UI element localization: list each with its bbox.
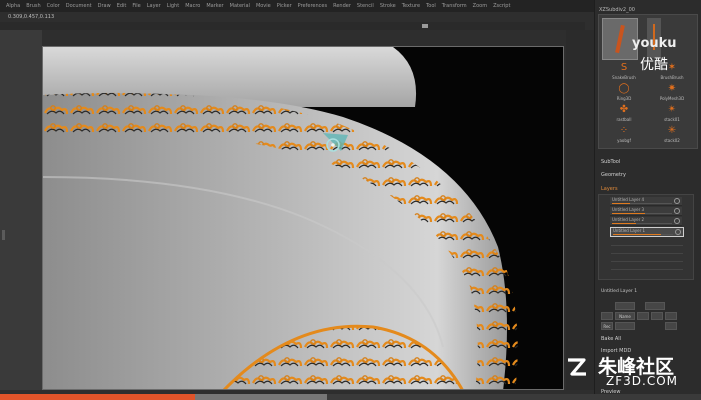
youku-watermark: youku [632,36,677,51]
brush-rastball[interactable]: ✤ rastball [601,105,647,127]
brush-label: BrushBrush [660,75,684,80]
brush-label: stack01 [664,117,680,122]
brush-yaobgf[interactable]: ⁘ yaobgf [601,126,647,148]
record-layer-button[interactable]: Rec [601,322,613,330]
menu-item-macro[interactable]: Macro [185,3,200,9]
brush-stack01[interactable]: ✴ stack01 [649,105,695,127]
coordinate-readout: 0.309,0.457,0.113 [8,14,55,20]
menu-item-edit[interactable]: Edit [117,3,127,9]
brush-stack02[interactable]: ✳ stack02 [649,126,695,148]
menu-item-stroke[interactable]: Stroke [380,3,396,9]
delete-layer-button[interactable] [601,312,613,320]
name-layer-button[interactable]: Name [615,312,635,320]
brush-label: PolyMesh3D [659,96,685,101]
menu-item-texture[interactable]: Texture [402,3,420,9]
duplicate-layer-button[interactable] [637,312,649,320]
menu-item-light[interactable]: Light [167,3,179,9]
layer-extra-button[interactable] [665,322,677,330]
ring-icon: ◯ [618,83,630,94]
cluster-icon: ✳ [667,125,677,136]
layers-section[interactable]: Layers [601,186,618,192]
layer-row-2[interactable]: Untitled Layer 2 [610,217,682,226]
menu-item-alpha[interactable]: Alpha [6,3,20,9]
star-icon: ✷ [667,83,677,94]
menu-item-zoom[interactable]: Zoom [473,3,487,9]
brush-label: stack02 [664,138,680,143]
menu-item-preferences[interactable]: Preferences [298,3,327,9]
youku-watermark-cn: 优酷 [640,57,668,73]
menu-item-material[interactable]: Material [230,3,250,9]
menu-item-draw[interactable]: Draw [98,3,111,9]
blob-icon: ✤ [619,104,629,115]
top-scrollbar[interactable] [0,22,585,30]
brush-grid: S SnakeBrush ✶ BrushBrush ◯ Ring3D ✷ PolyMesh3D… [598,14,698,149]
left-tool-shelf [0,30,42,390]
bake-all-button[interactable]: Bake All [601,336,621,342]
dots-icon: ⁘ [619,125,629,136]
brush-label: SnakeBrush [612,75,636,80]
menu-item-tool[interactable]: Tool [426,3,436,9]
brush-header: XZSubdiv2_00 [599,7,635,13]
document-canvas[interactable] [42,46,564,390]
menu-item-layer[interactable]: Layer [147,3,161,9]
menu-item-brush[interactable]: Brush [26,3,40,9]
brush-label: rastball [616,117,632,122]
snake-hook-icon: S [620,62,628,73]
left-collapse-handle[interactable] [2,230,5,240]
video-progress-buffered [195,394,328,400]
menu-item-zscript[interactable]: Zscript [493,3,510,9]
splat-icon: ✴ [667,104,677,115]
eye-icon[interactable] [674,198,680,204]
sculpt-viewport [43,47,563,389]
layer-button-down[interactable] [645,302,665,310]
geometry-section[interactable]: Geometry [601,172,626,178]
subtool-section[interactable]: SubTool [601,159,620,165]
menu-item-picker[interactable]: Picker [277,3,292,9]
brush-polymesh3d[interactable]: ✷ PolyMesh3D [649,84,695,106]
brush-ring3d[interactable]: ◯ Ring3D [601,84,647,106]
menu-item-file[interactable]: File [132,3,140,9]
layer-button-up[interactable] [615,302,635,310]
eye-icon[interactable] [674,208,680,214]
eye-icon[interactable] [675,229,681,235]
split-layer-button[interactable] [651,312,663,320]
layer-row-1[interactable]: Untitled Layer 1 [610,227,684,237]
eye-icon[interactable] [674,218,680,224]
brush-label: Ring3D [616,96,632,101]
layer-options-button[interactable] [615,322,635,330]
active-layer-label: Untitled Layer 1 [601,289,638,294]
menu-item-movie[interactable]: Movie [256,3,271,9]
menu-item-color[interactable]: Color [47,3,60,9]
right-tool-shelf [566,30,594,390]
layer-row-4[interactable]: Untitled Layer 4 [610,197,682,206]
merge-layer-button[interactable] [665,312,677,320]
brush-label: yaobgf [617,138,631,143]
zf3d-logo-icon [568,358,586,376]
layers-list: Untitled Layer 4 Untitled Layer 3 Untitl… [598,194,694,280]
video-progress-bar[interactable] [0,394,701,400]
menu-item-render[interactable]: Render [333,3,351,9]
scroll-thumb[interactable] [422,24,428,28]
menu-item-transform[interactable]: Transform [442,3,467,9]
menu-item-stencil[interactable]: Stencil [357,3,374,9]
video-progress-fill [0,394,196,400]
layer-row-3[interactable]: Untitled Layer 3 [610,207,682,216]
zf3d-watermark-en: ZF3D.COM [606,374,678,388]
menu-item-document[interactable]: Document [66,3,92,9]
menu-item-marker[interactable]: Marker [206,3,223,9]
